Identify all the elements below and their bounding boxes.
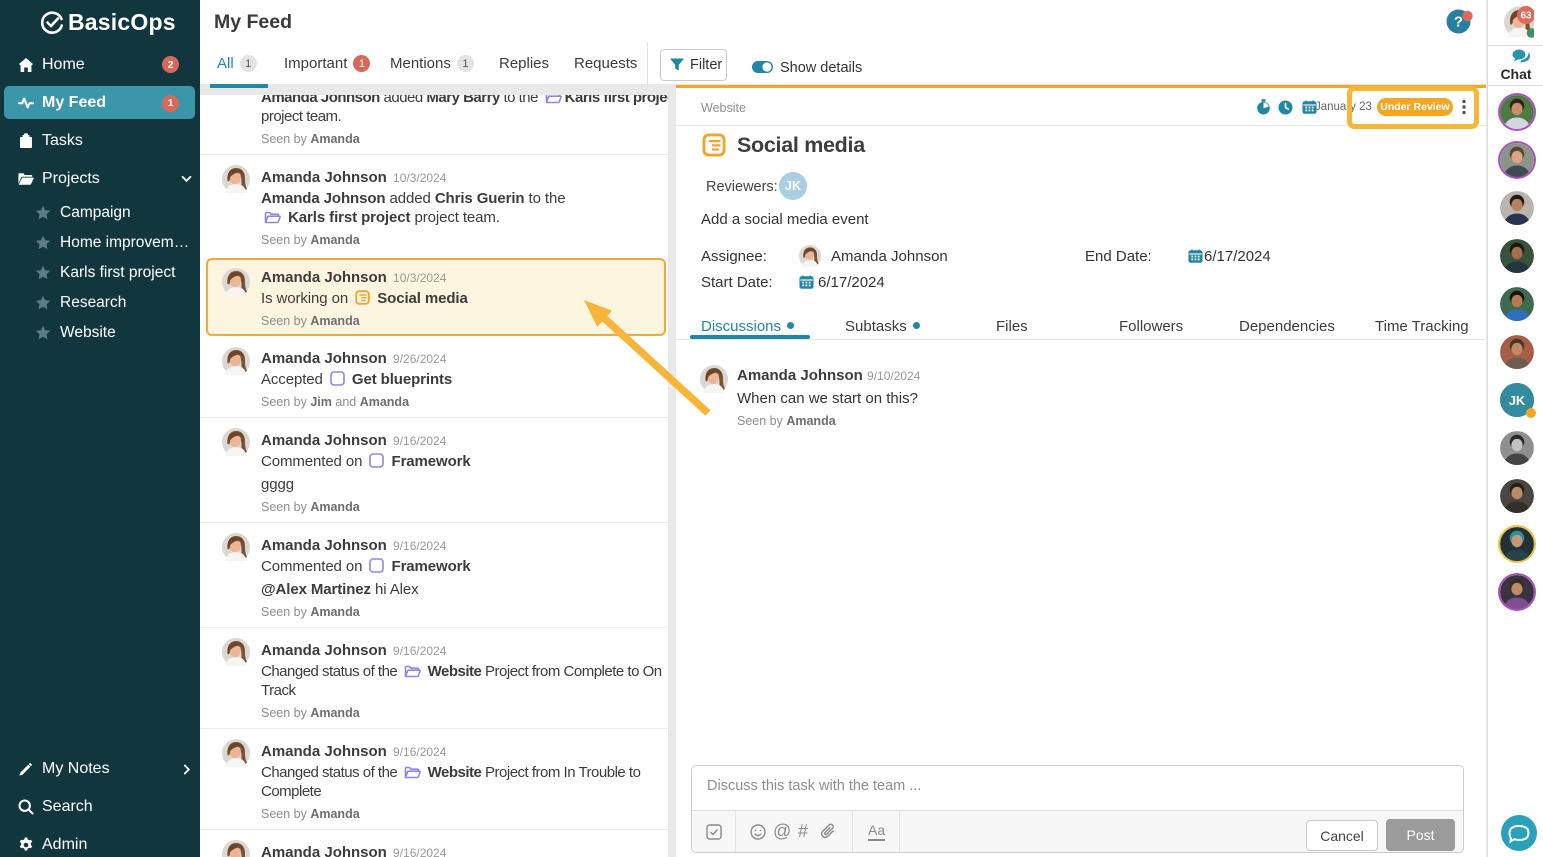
svg-text:?: ? [1454,14,1463,31]
svg-text:63: 63 [1520,11,1532,22]
